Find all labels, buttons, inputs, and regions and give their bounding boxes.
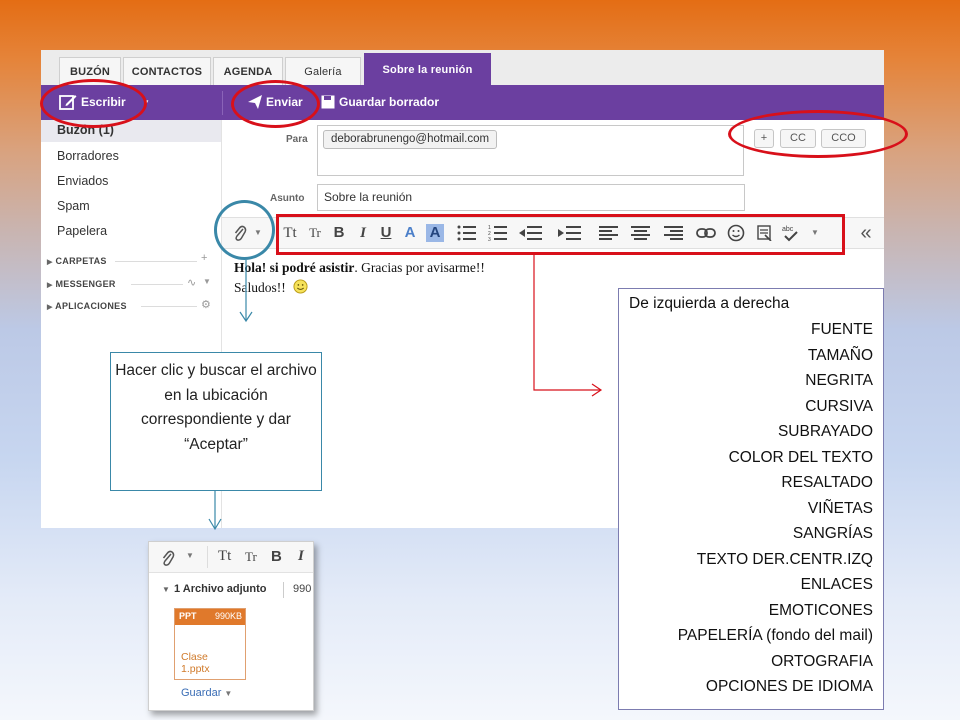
legend-item-color: COLOR DEL TEXTO: [728, 448, 873, 466]
italic-icon[interactable]: I: [298, 548, 304, 565]
legend-item-cursiva: CURSIVA: [805, 397, 873, 415]
bold-icon[interactable]: B: [271, 548, 282, 565]
legend-item-emoticones: EMOTICONES: [768, 601, 873, 619]
attach-paperclip-icon[interactable]: [161, 549, 175, 572]
attachment-toolbar: ▼ Tt Tr B I: [149, 542, 313, 573]
note-to-panel-arrow: [208, 491, 222, 531]
legend-item-idioma: OPCIONES DE IDIOMA: [705, 678, 873, 695]
formatting-legend-note: De izquierda a derecha FUENTE TAMAÑO NEG…: [618, 288, 884, 710]
legend-heading: De izquierda a derecha: [629, 295, 790, 312]
attachment-file-card[interactable]: PPT 990KB Clase 1.pptx: [174, 608, 246, 680]
legend-item-subrayado: SUBRAYADO: [777, 423, 873, 440]
legend-item-ortografia: ORTOGRAFIA: [771, 652, 873, 670]
legend-item-tamano: TAMAÑO: [807, 346, 873, 364]
divider: [207, 546, 208, 568]
chevron-down-icon[interactable]: ▼: [162, 585, 170, 594]
attach-arrow: [239, 260, 253, 323]
file-size: 990KB: [214, 611, 242, 621]
formatting-arrow: [533, 255, 603, 397]
file-name: Clase 1.pptx: [181, 651, 210, 675]
font-size-icon[interactable]: Tr: [245, 549, 257, 565]
attachment-count: 1 Archivo adjunto: [174, 583, 267, 595]
save-attachment-link[interactable]: Guardar ▼: [181, 687, 232, 699]
divider: [283, 582, 284, 598]
chevron-down-icon: ▼: [224, 689, 233, 698]
attach-instructions-note: Hacer clic y buscar el archivo en la ubi…: [110, 352, 322, 491]
file-type-bar: PPT 990KB: [175, 609, 245, 625]
legend-item-papeleria: PAPELERÍA (fondo del mail): [677, 627, 873, 644]
chevron-down-icon[interactable]: ▼: [186, 551, 194, 560]
legend-item-enlaces: ENLACES: [800, 576, 873, 593]
legend-item-sangrias: SANGRÍAS: [792, 525, 873, 542]
legend-item-negrita: NEGRITA: [805, 372, 873, 389]
attachment-panel: ▼ Tt Tr B I ▼ 1 Archivo adjunto 990 PPT …: [148, 541, 314, 711]
legend-item-alineacion: TEXTO DER.CENTR.IZQ: [696, 550, 873, 568]
file-type-badge: PPT: [179, 611, 197, 621]
legend-item-fuente: FUENTE: [811, 321, 873, 338]
legend-item-resaltado: RESALTADO: [781, 474, 873, 491]
attachment-total-size: 990: [293, 583, 312, 595]
font-family-icon[interactable]: Tt: [218, 548, 231, 565]
legend-item-vinetas: VIÑETAS: [807, 499, 873, 517]
